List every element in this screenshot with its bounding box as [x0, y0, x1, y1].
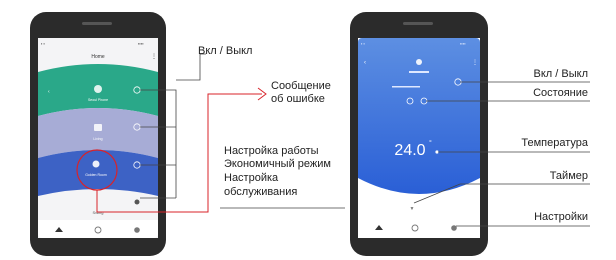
callout-error-line-2: об ошибке [271, 93, 325, 105]
right-menu-icon[interactable]: ⋮ [472, 60, 478, 66]
left-status-time: ▪ ▪ [41, 41, 46, 46]
device-name-bar [409, 71, 429, 73]
right-settings-nav-icon[interactable] [451, 225, 457, 231]
card-3-label: Golden Room [85, 173, 107, 177]
callout-on-off-right: Вкл / Выкл [533, 68, 588, 80]
right-status-icons: ▪▪▪▪ [460, 41, 466, 46]
temperature-unit: ° [429, 139, 432, 147]
callout-error-line-1: Сообщение [271, 80, 331, 92]
room-icon [94, 124, 102, 131]
bottom-dot-icon [134, 199, 140, 205]
right-phone: ▪ ▪ ▪▪▪▪ ‹ ⋮ 24.0 ° ▼ [350, 12, 488, 256]
left-phone-speaker [82, 22, 112, 25]
left-phone: ▪ ▪ ▪▪▪▪ Home ⋮ Seoul Phone ‹ Living Gol… [30, 12, 166, 256]
callout-settings-line-2: Экономичный режим [224, 158, 331, 170]
back-icon[interactable]: ‹ [364, 60, 366, 66]
mode-info-bar [392, 86, 420, 88]
right-phone-speaker [403, 22, 433, 25]
right-status-time: ▪ ▪ [361, 41, 366, 46]
fan-icon [92, 160, 100, 168]
callout-timer: Таймер [549, 170, 588, 182]
card-1-label: Seoul Phone [88, 98, 108, 102]
settings-nav-icon[interactable] [134, 227, 140, 233]
drop-icon [94, 85, 102, 93]
callout-on-off-left: Вкл / Выкл [198, 45, 253, 57]
callout-state: Состояние [533, 87, 588, 99]
device-icon [416, 59, 422, 65]
temperature-value: 24.0 [394, 142, 425, 159]
left-menu-icon[interactable]: ⋮ [151, 54, 157, 60]
callout-temperature: Температура [521, 137, 588, 149]
left-home-title: Home [91, 54, 105, 60]
callout-settings-line-3: Настройка [224, 172, 279, 184]
callout-settings-line-1: Настройка работы [224, 145, 319, 157]
left-bottom-nav [38, 220, 158, 238]
timer-icon[interactable]: ▼ [410, 206, 415, 212]
callout-settings: Настройки [534, 211, 588, 223]
diagram-canvas: ▪ ▪ ▪▪▪▪ Home ⋮ Seoul Phone ‹ Living Gol… [30, 12, 590, 256]
callout-settings-line-4: обслуживания [224, 186, 298, 198]
left-status-icons: ▪▪▪▪ [138, 41, 144, 46]
card-2-label: Living [93, 137, 102, 141]
